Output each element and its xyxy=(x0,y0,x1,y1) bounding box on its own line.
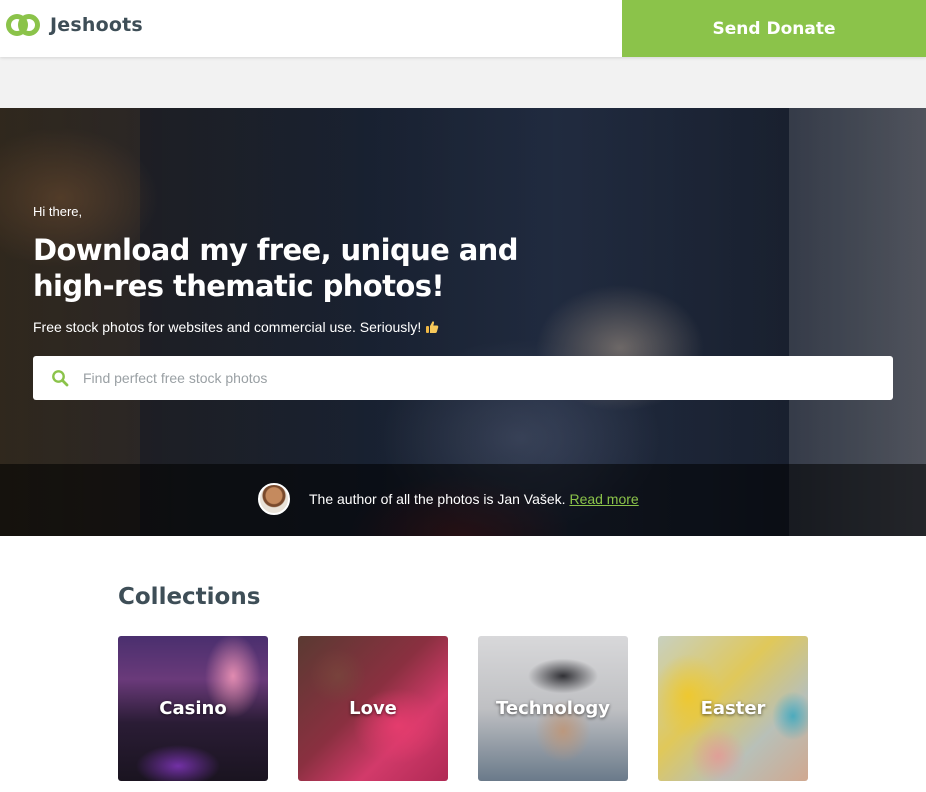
collections-title: Collections xyxy=(118,584,261,610)
hero-headline: Download my free, unique and high-res th… xyxy=(33,232,553,304)
hero-banner: Hi there, Download my free, unique and h… xyxy=(0,108,926,536)
read-more-link[interactable]: Read more xyxy=(569,491,638,507)
collection-card-label: Easter xyxy=(700,698,766,719)
author-text: The author of all the photos is Jan Vaše… xyxy=(309,491,566,507)
hero-headline-line1: Download my free, unique and xyxy=(33,233,518,267)
site-header: Jeshoots Send Donate xyxy=(0,0,926,57)
search-bar xyxy=(33,356,893,400)
collection-card-easter[interactable]: Easter xyxy=(658,636,808,781)
collection-card-label: Love xyxy=(349,698,397,719)
avatar xyxy=(258,483,290,515)
collection-card-technology[interactable]: Technology xyxy=(478,636,628,781)
send-donate-button[interactable]: Send Donate xyxy=(622,0,926,57)
search-input[interactable] xyxy=(83,356,873,400)
logo-icon xyxy=(6,12,40,38)
author-info: The author of all the photos is Jan Vaše… xyxy=(309,491,639,507)
logo-text: Jeshoots xyxy=(50,14,143,36)
collection-card-love[interactable]: Love xyxy=(298,636,448,781)
thumbs-up-icon xyxy=(425,320,439,334)
hero-subline-text: Free stock photos for websites and comme… xyxy=(33,319,422,335)
collection-card-label: Technology xyxy=(496,698,610,719)
collection-card-label: Casino xyxy=(159,698,227,719)
search-icon[interactable] xyxy=(51,369,69,387)
hero-subline: Free stock photos for websites and comme… xyxy=(33,319,439,335)
author-bar: The author of all the photos is Jan Vaše… xyxy=(0,464,926,536)
hero-headline-line2: high-res thematic photos! xyxy=(33,269,445,303)
collection-card-casino[interactable]: Casino xyxy=(118,636,268,781)
logo[interactable]: Jeshoots xyxy=(6,12,143,38)
hero-greeting: Hi there, xyxy=(33,204,83,219)
header-spacer-band xyxy=(0,57,926,108)
